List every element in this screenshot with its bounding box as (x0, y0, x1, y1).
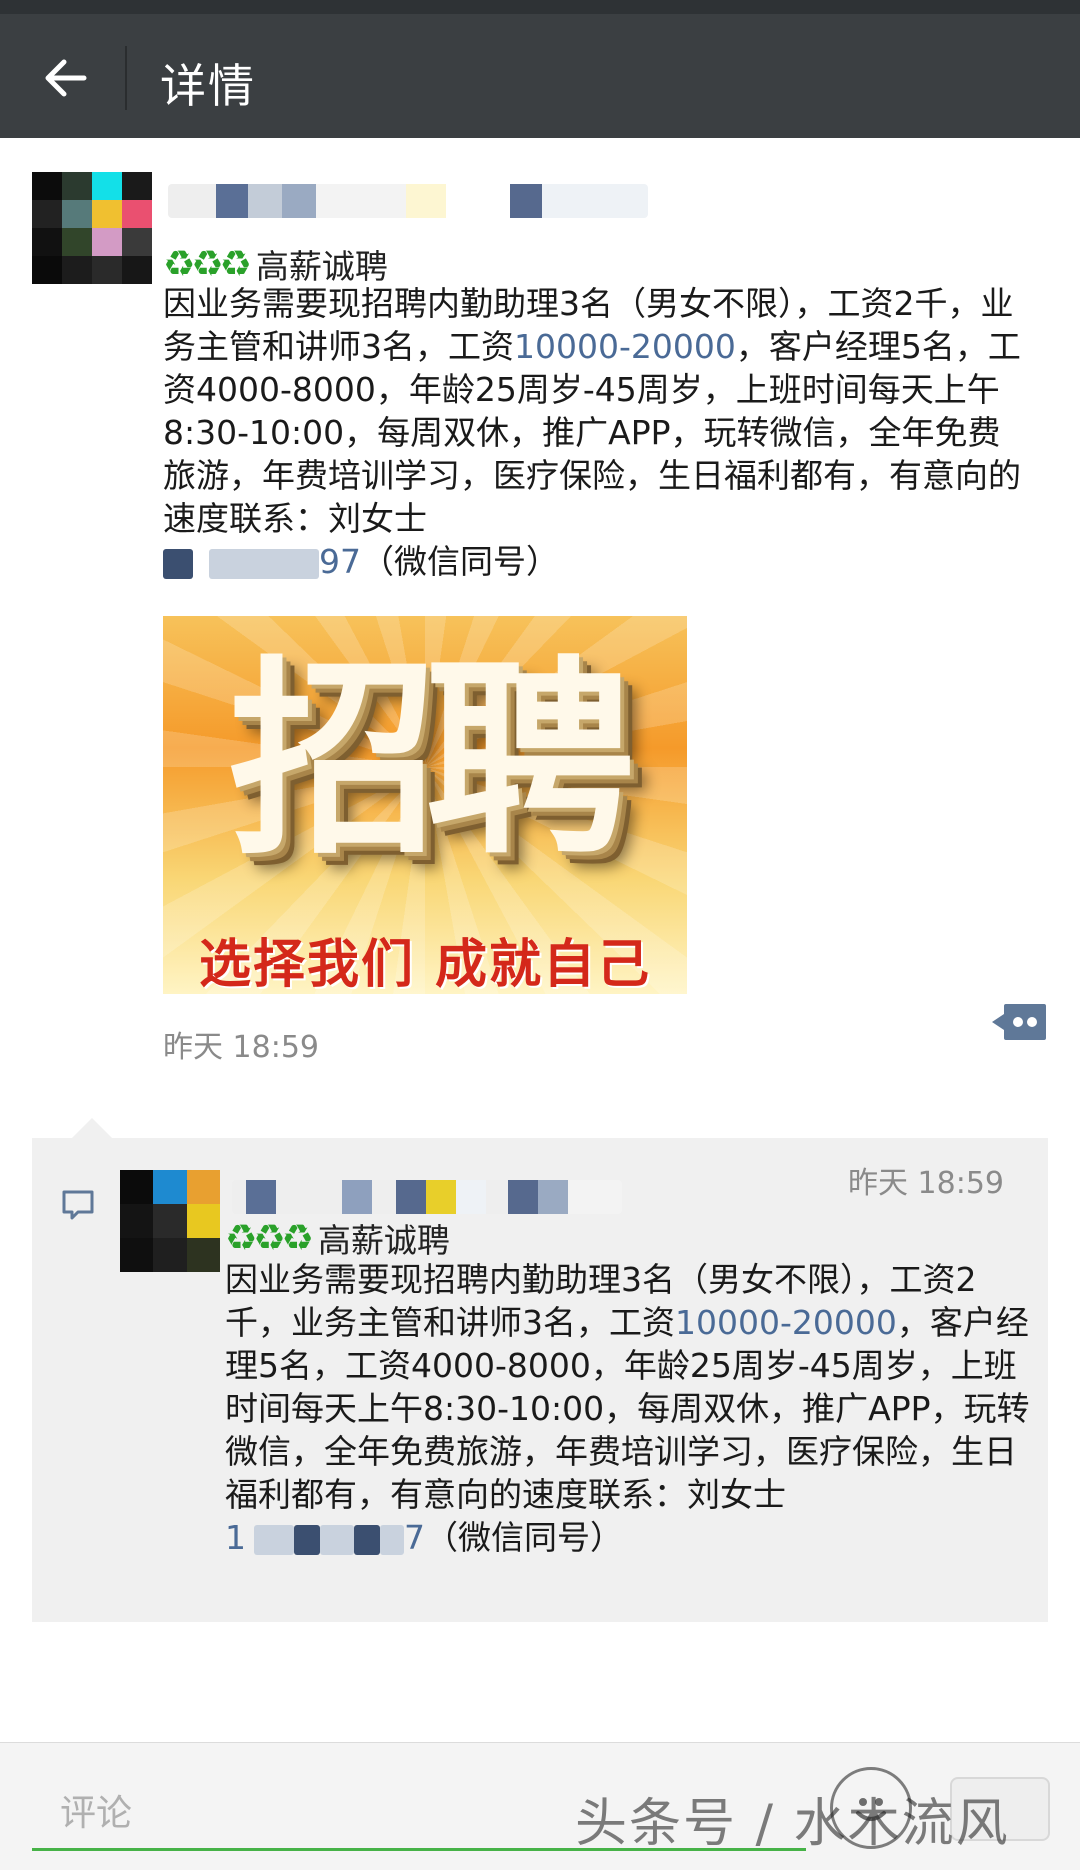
post-body: 因业务需要现招聘内勤助理3名（男女不限），工资2千，业务主管和讲师3名，工资10… (163, 282, 1023, 583)
comment-text-part-3: （微信同号） (425, 1518, 623, 1557)
page-title: 详情 (160, 59, 256, 113)
comment-bubble-icon (62, 1190, 94, 1220)
post-label-text: 高薪诚聘 (255, 247, 388, 286)
comment-input-placeholder: 评论 (60, 1792, 133, 1834)
recycle-icon: ♻♻♻ (163, 243, 252, 285)
arrow-left-icon (45, 59, 87, 97)
phone-mask (254, 1524, 294, 1555)
phone-mask (163, 548, 193, 579)
post-image[interactable]: 招聘 选择我们 成就自己 (163, 616, 687, 994)
phone-mask (354, 1524, 380, 1555)
comment-toggle-button[interactable] (990, 1002, 1048, 1042)
comment-input-bar: 评论 头条号 / 水木流风 (0, 1742, 1080, 1870)
salary-link[interactable]: 10000-20000 (514, 327, 736, 366)
comment-timestamp: 昨天 18:59 (848, 1166, 1004, 1201)
phone-link[interactable]: 1 (225, 1518, 246, 1557)
phone-link[interactable]: 97 (319, 542, 361, 581)
author-name-masked[interactable] (168, 184, 648, 218)
commenter-avatar[interactable] (120, 1170, 220, 1272)
post-label: ♻♻♻ 高薪诚聘 (163, 240, 388, 288)
salary-link[interactable]: 10000-20000 (675, 1303, 897, 1342)
watermark: 头条号 / 水木流风 (575, 1794, 1010, 1854)
phone-mask (320, 1524, 354, 1555)
phone-mask (380, 1524, 404, 1555)
comment-body: 因业务需要现招聘内勤助理3名（男女不限），工资2千，业务主管和讲师3名，工资10… (225, 1258, 1035, 1559)
more-dots-icon (992, 1004, 1046, 1040)
post-timestamp: 昨天 18:59 (163, 1030, 319, 1065)
phone-mask (209, 548, 319, 579)
image-slogan: 选择我们 成就自己 (198, 935, 652, 994)
author-avatar[interactable] (32, 172, 152, 284)
post-text-part-3: （微信同号） (361, 542, 559, 581)
top-bar: 详情 (0, 14, 1080, 138)
phone-link[interactable]: 7 (404, 1518, 425, 1557)
back-button[interactable] (30, 48, 100, 108)
commenter-name-masked[interactable] (232, 1180, 622, 1214)
header-divider (125, 46, 127, 110)
status-bar (0, 0, 1080, 14)
comment-label: ♻♻♻ 高薪诚聘 (225, 1214, 450, 1262)
recycle-icon: ♻♻♻ (225, 1217, 314, 1259)
image-headline: 招聘 (228, 638, 635, 883)
comment-label-text: 高薪诚聘 (317, 1221, 450, 1260)
phone-mask (294, 1524, 320, 1555)
